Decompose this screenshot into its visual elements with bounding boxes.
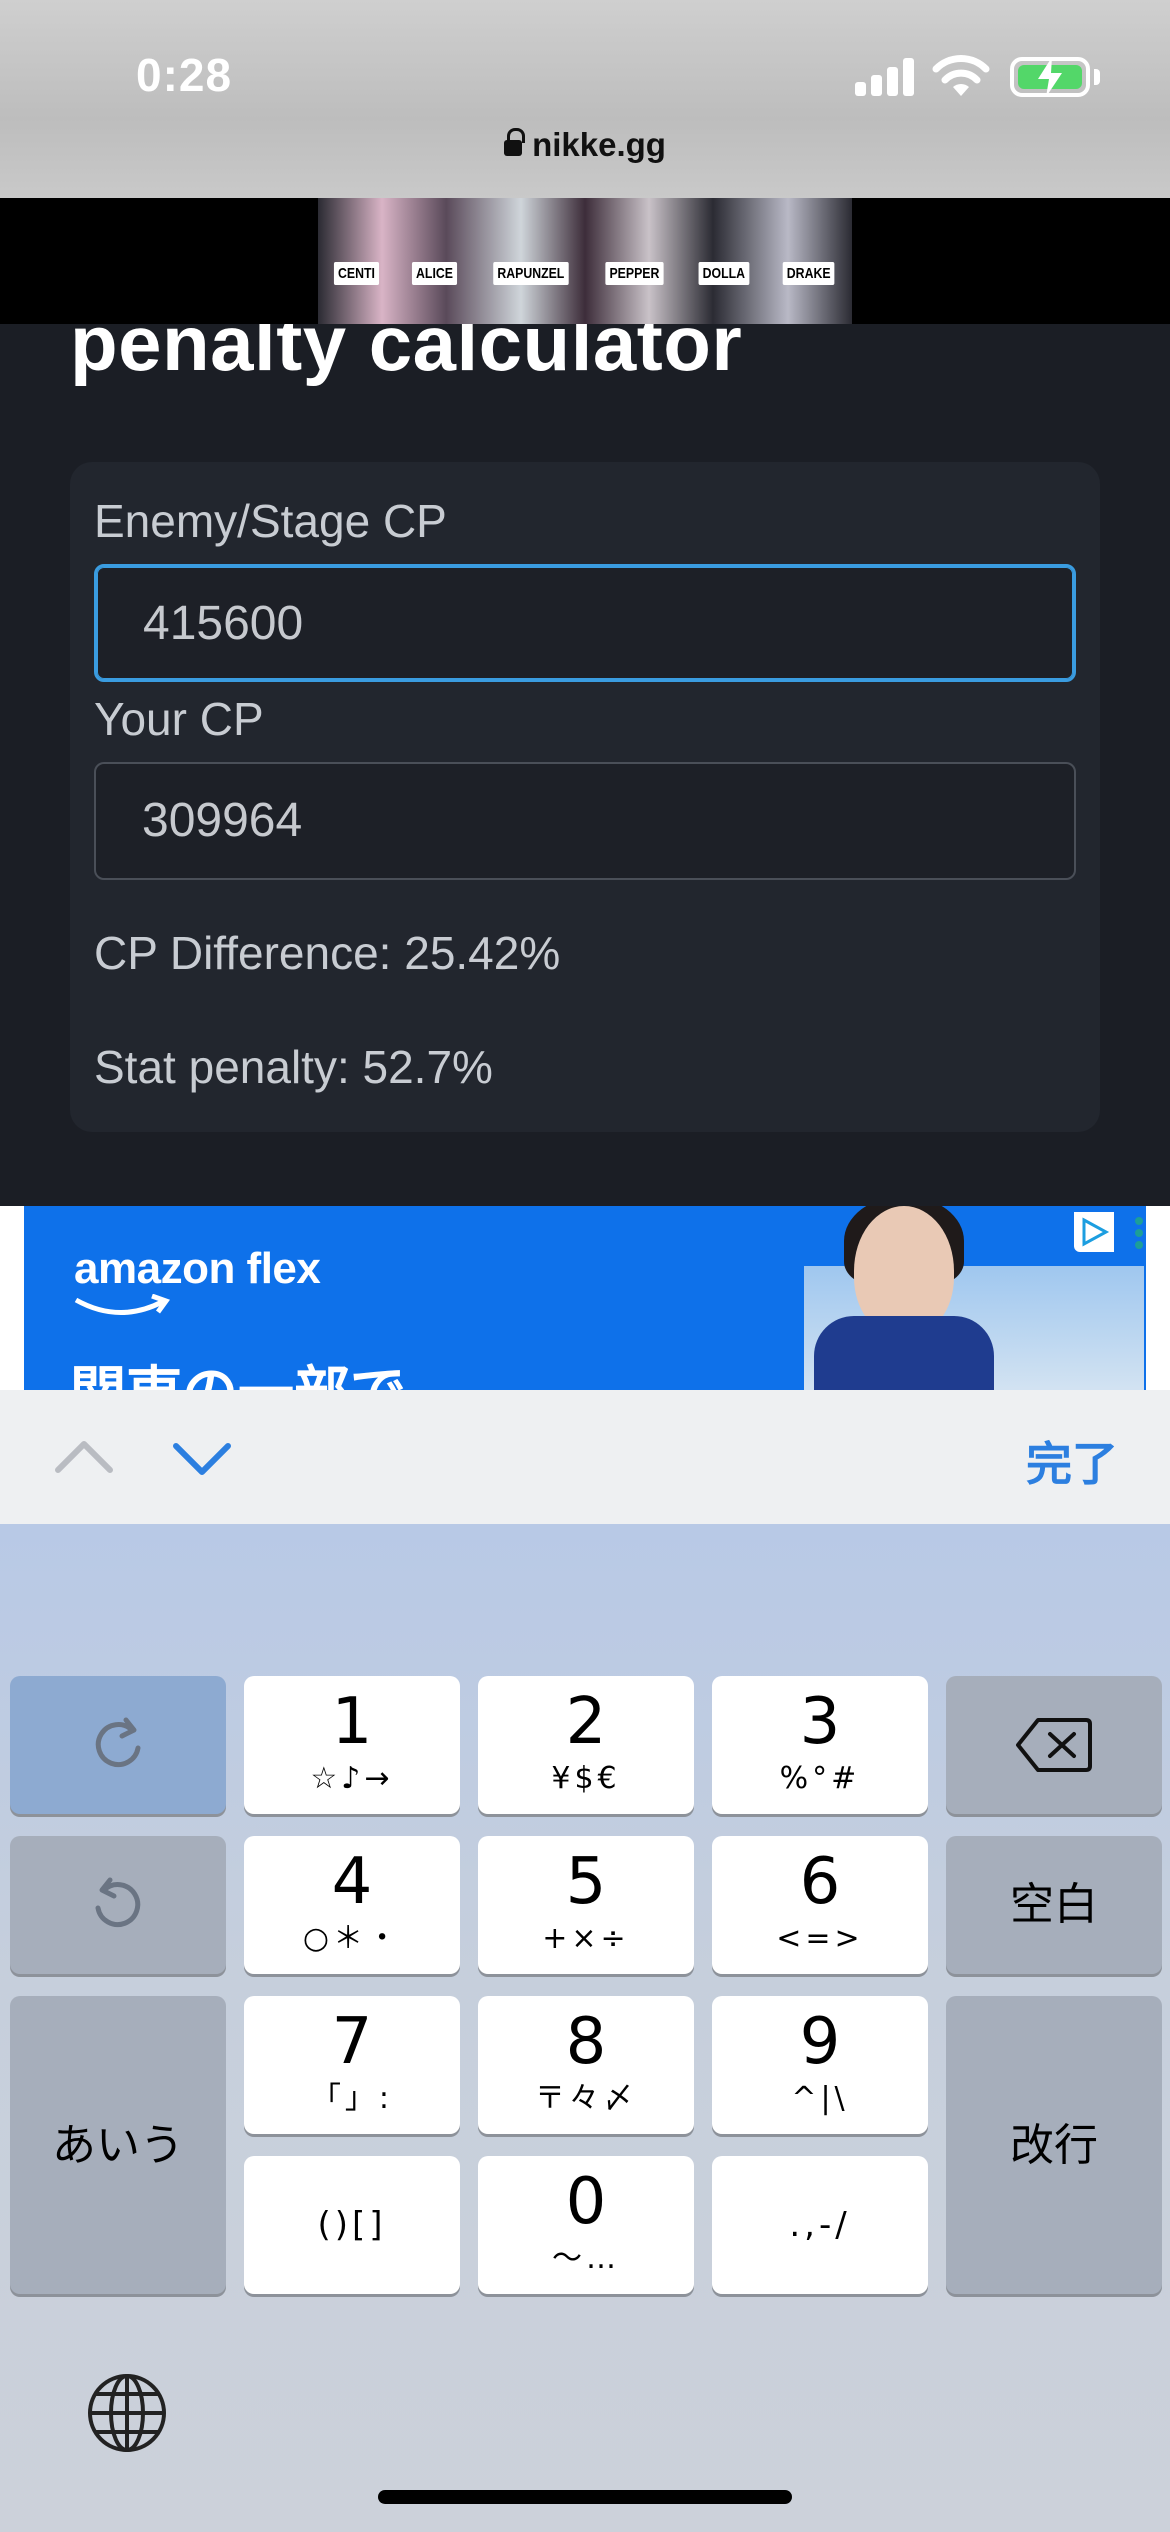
- more-vertical-icon[interactable]: [1132, 1214, 1146, 1254]
- enemy-cp-input[interactable]: 415600: [94, 564, 1076, 682]
- banner-name: ALICE: [412, 261, 458, 285]
- banner-name: RAPUNZEL: [493, 261, 569, 285]
- key-5[interactable]: 5 +×÷: [478, 1836, 694, 1974]
- url-bar[interactable]: nikke.gg: [0, 126, 1170, 164]
- undo-key[interactable]: [10, 1836, 226, 1974]
- cellular-signal-icon: [855, 58, 917, 96]
- key-3[interactable]: 3 %°#: [712, 1676, 928, 1814]
- key-6[interactable]: 6 <=>: [712, 1836, 928, 1974]
- enemy-cp-label: Enemy/Stage CP: [94, 495, 447, 547]
- cp-difference-text: CP Difference: 25.42%: [94, 927, 561, 979]
- amazon-smile-icon: [74, 1294, 170, 1315]
- battery-charging-icon: [1010, 57, 1090, 97]
- key-9[interactable]: 9 ^|\: [712, 1996, 928, 2134]
- key-4[interactable]: 4 ○＊・: [244, 1836, 460, 1974]
- key-7[interactable]: 7 「」:: [244, 1996, 460, 2134]
- adchoices-icon[interactable]: [1074, 1212, 1114, 1252]
- banner-name: DRAKE: [782, 261, 835, 285]
- return-key[interactable]: 改行: [946, 1996, 1162, 2294]
- return-label: 改行: [1010, 2120, 1098, 2171]
- url-text: nikke.gg: [532, 126, 666, 163]
- banner-name: DOLLA: [698, 261, 749, 285]
- key-0[interactable]: 0 〜…: [478, 2156, 694, 2294]
- home-indicator[interactable]: [378, 2490, 792, 2504]
- key-brackets[interactable]: ()[]: [244, 2156, 460, 2294]
- redo-key[interactable]: [10, 1676, 226, 1814]
- ad-brand: amazon flex: [74, 1244, 321, 1293]
- delete-icon: [1016, 1718, 1092, 1772]
- globe-icon[interactable]: [86, 2372, 168, 2454]
- wifi-icon: [932, 55, 990, 96]
- banner-name: CENTI: [334, 261, 380, 285]
- chevron-down-icon[interactable]: [170, 1428, 234, 1488]
- space-label: 空白: [1010, 1879, 1098, 1930]
- status-time: 0:28: [136, 49, 233, 101]
- ad-headline: 関東の一部で: [70, 1348, 406, 1390]
- done-button[interactable]: 完了: [1026, 1428, 1118, 1494]
- key-1[interactable]: 1 ☆♪→: [244, 1676, 460, 1814]
- key-punctuation[interactable]: .,-/: [712, 2156, 928, 2294]
- space-key[interactable]: 空白: [946, 1836, 1162, 1974]
- key-2[interactable]: 2 ¥$€: [478, 1676, 694, 1814]
- kana-label: あいう: [52, 2120, 184, 2171]
- lock-icon: [504, 128, 526, 158]
- key-8[interactable]: 8 〒々〆: [478, 1996, 694, 2134]
- banner-character-names: CENTI ALICE RAPUNZEL PEPPER DOLLA DRAKE: [318, 258, 852, 288]
- amazon-flex-ad[interactable]: amazon flex 関東の一部で: [24, 1206, 1146, 1390]
- redo-icon: [95, 1717, 141, 1768]
- undo-icon: [95, 1877, 141, 1928]
- banner-name: PEPPER: [605, 261, 664, 285]
- your-cp-input[interactable]: 309964: [94, 762, 1076, 880]
- delete-key[interactable]: [946, 1676, 1162, 1814]
- your-cp-label: Your CP: [94, 693, 264, 745]
- kana-key[interactable]: あいう: [10, 1996, 226, 2294]
- chevron-up-icon[interactable]: [52, 1428, 116, 1488]
- stat-penalty-text: Stat penalty: 52.7%: [94, 1041, 493, 1093]
